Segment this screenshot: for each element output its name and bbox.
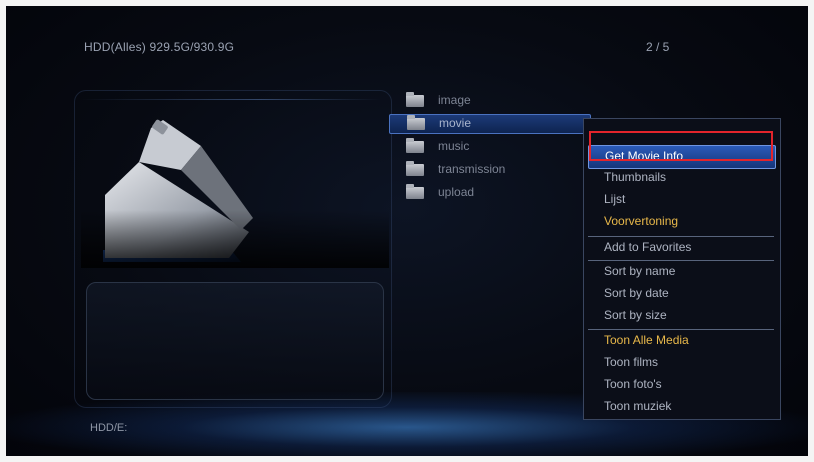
menu-item-toon-alle-media[interactable]: Toon Alle Media [588,330,774,352]
folder-icon [406,161,424,176]
menu-item-toon-muziek[interactable]: Toon muziek [588,396,774,418]
folder-name: music [438,139,470,153]
list-item[interactable]: music [404,138,594,156]
menu-item-voorvertoning[interactable]: Voorvertoning [588,211,774,233]
folder-name: image [438,93,471,107]
list-item[interactable]: image [404,92,594,110]
folder-icon [407,115,425,130]
media-player-screen: HDD(Alles) 929.5G/930.9G 2 / 5 image mov… [6,6,808,456]
folder-icon [406,92,424,107]
menu-item-toon-films[interactable]: Toon films [588,352,774,374]
highlight-annotation [589,131,773,161]
info-box [86,282,384,400]
list-item-selected[interactable]: movie [389,114,591,134]
menu-item-sort-by-name[interactable]: Sort by name [588,261,774,283]
folder-name: movie [439,116,472,130]
folder-name: upload [438,185,475,199]
menu-item-sort-by-size[interactable]: Sort by size [588,305,774,327]
menu-item-toon-fotos[interactable]: Toon foto's [588,374,774,396]
folder-icon [406,184,424,199]
current-path: HDD/E: [90,422,128,434]
list-item[interactable]: upload [404,184,594,202]
menu-item-lijst[interactable]: Lijst [588,189,774,211]
menu-item-sort-by-date[interactable]: Sort by date [588,283,774,305]
menu-item-thumbnails[interactable]: Thumbnails [588,167,774,189]
list-item[interactable]: transmission [404,161,594,179]
storage-info: HDD(Alles) 929.5G/930.9G [84,40,235,54]
menu-item-add-to-favorites[interactable]: Add to Favorites [588,237,774,259]
folder-icon [406,138,424,153]
folder-name: transmission [438,162,506,176]
context-menu: Get Movie Info Thumbnails Lijst Voorvert… [583,118,781,420]
page-indicator: 2 / 5 [646,40,670,54]
folder-preview-icon [81,100,389,268]
